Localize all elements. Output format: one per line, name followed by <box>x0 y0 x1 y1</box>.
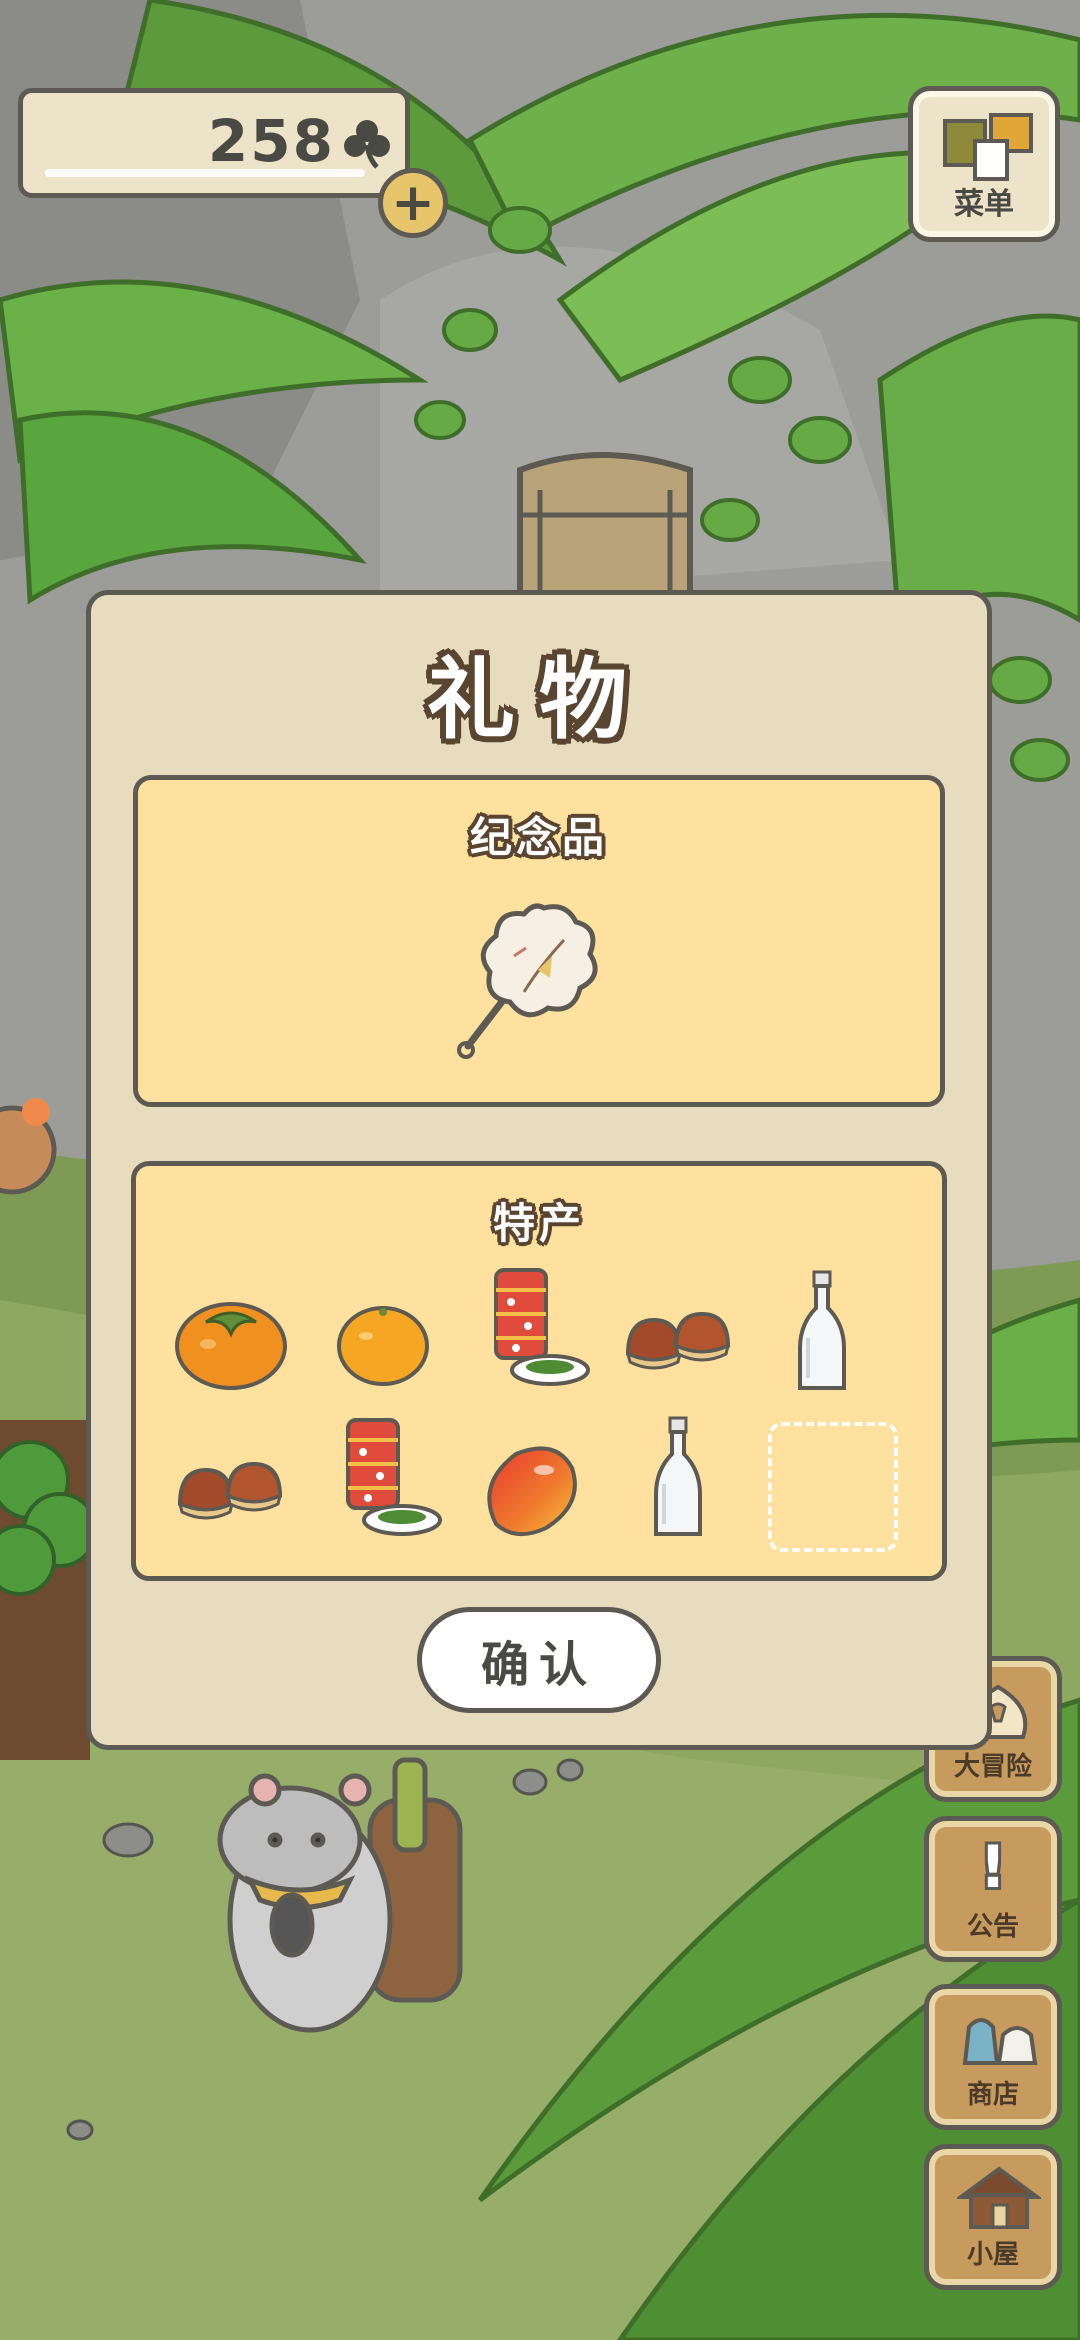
specialty-item-bottle-2[interactable] <box>614 1414 744 1544</box>
souvenir-heading: 纪念品 <box>469 813 608 862</box>
gift-dialog: 礼物 纪念品 特产 确认 <box>86 590 992 1750</box>
glass-bottle-icon <box>654 1416 702 1536</box>
notice-button-label: 公告 <box>966 1912 1019 1942</box>
specialty-item-orange[interactable] <box>318 1274 448 1404</box>
clover-bar-highlight <box>45 169 365 177</box>
specialty-item-tea-can[interactable] <box>466 1264 596 1394</box>
adventure-button-label: 大冒险 <box>953 1752 1032 1782</box>
shop-button[interactable]: 商店 <box>924 1984 1062 2130</box>
plus-icon: + <box>391 173 435 233</box>
orange-icon <box>337 1306 429 1386</box>
menu-button[interactable]: 菜单 <box>908 86 1060 242</box>
tea-can-icon <box>494 1268 590 1386</box>
specialty-item-persimmon[interactable] <box>166 1274 296 1404</box>
tea-can-icon <box>346 1418 442 1536</box>
specialty-item-tea-can-2[interactable] <box>318 1414 448 1544</box>
house-button[interactable]: 小屋 <box>924 2144 1062 2290</box>
glass-bottle-icon <box>798 1270 846 1390</box>
notice-icon: ! <box>979 1833 1007 1901</box>
gift-dialog-title: 礼物 <box>426 648 651 751</box>
empty-slot[interactable] <box>768 1422 898 1552</box>
persimmon-icon <box>175 1302 287 1390</box>
clover-icon <box>344 120 390 169</box>
shop-button-label: 商店 <box>966 2080 1019 2110</box>
add-clover-button[interactable]: + <box>378 168 448 238</box>
specialty-item-chestnuts[interactable] <box>614 1274 744 1404</box>
specialty-item-chestnuts-2[interactable] <box>166 1424 296 1554</box>
clover-count: 258 <box>207 107 335 175</box>
fan-souvenir-icon[interactable] <box>454 896 604 1066</box>
specialty-heading: 特产 <box>492 1199 585 1248</box>
specialty-panel: 特产 <box>131 1161 947 1581</box>
menu-button-label: 菜单 <box>954 187 1014 222</box>
souvenir-panel: 纪念品 <box>133 775 945 1107</box>
chestnuts-icon <box>625 1311 731 1370</box>
specialty-item-mango[interactable] <box>466 1424 596 1554</box>
mango-icon <box>487 1446 577 1536</box>
menu-cards-icon <box>943 113 1033 181</box>
confirm-button[interactable]: 确认 <box>417 1607 661 1713</box>
chestnuts-icon <box>177 1461 283 1520</box>
house-button-label: 小屋 <box>966 2240 1019 2270</box>
notice-button[interactable]: ! 公告 <box>924 1816 1062 1962</box>
house-icon <box>957 2166 1041 2229</box>
specialty-item-bottle[interactable] <box>758 1268 888 1398</box>
clover-counter: 258 <box>18 88 410 198</box>
shop-icon <box>962 2018 1038 2065</box>
